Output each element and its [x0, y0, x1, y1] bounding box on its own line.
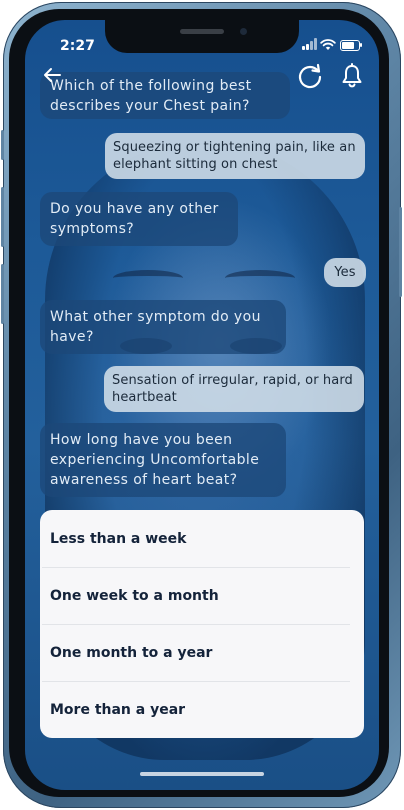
option-label: One week to a month [50, 587, 219, 604]
mute-switch [1, 130, 4, 160]
user-message: Squeezing or tightening pain, like an el… [105, 133, 365, 179]
bot-message-text: Do you have any other symptoms? [50, 201, 219, 237]
status-time: 2:27 [60, 38, 95, 54]
bot-message: How long have you been experiencing Unco… [40, 423, 286, 497]
option-one-month-to-a-year[interactable]: One month to a year [50, 624, 350, 681]
status-icons [302, 38, 362, 52]
refresh-icon[interactable] [296, 62, 324, 90]
option-divider [42, 681, 350, 682]
bot-message-text: Which of the following best describes yo… [50, 78, 252, 114]
option-divider [42, 567, 350, 568]
battery-icon [340, 40, 360, 51]
background-brow-right [225, 270, 295, 286]
user-message-text: Yes [334, 265, 356, 280]
bot-message-text: What other symptom do you have? [50, 309, 261, 345]
user-message-text: Squeezing or tightening pain, like an el… [113, 140, 356, 172]
user-message: Yes [324, 258, 366, 287]
option-less-than-a-week[interactable]: Less than a week [50, 510, 350, 567]
bot-message: What other symptom do you have? [40, 300, 286, 354]
volume-up-button [1, 187, 4, 247]
power-button [399, 207, 402, 297]
option-label: More than a year [50, 701, 186, 718]
background-brow-left [113, 270, 183, 286]
earpiece-speaker [180, 29, 224, 34]
home-indicator[interactable] [140, 772, 264, 776]
bell-icon[interactable] [340, 63, 364, 89]
notch [105, 20, 299, 53]
user-message-text: Sensation of irregular, rapid, or hard h… [112, 373, 353, 405]
option-divider [42, 624, 350, 625]
back-arrow-icon[interactable] [40, 63, 64, 87]
option-more-than-a-year[interactable]: More than a year [50, 681, 350, 738]
option-label: One month to a year [50, 644, 213, 661]
wifi-icon [320, 39, 336, 50]
volume-down-button [1, 264, 4, 324]
bot-message-text: How long have you been experiencing Unco… [50, 432, 260, 488]
bot-message: Do you have any other symptoms? [40, 192, 238, 246]
front-camera [240, 28, 247, 35]
battery-tip [360, 43, 362, 47]
user-message: Sensation of irregular, rapid, or hard h… [104, 366, 364, 412]
option-label: Less than a week [50, 530, 187, 547]
bot-message: Which of the following best describes yo… [40, 72, 290, 119]
option-one-week-to-a-month[interactable]: One week to a month [50, 567, 350, 624]
